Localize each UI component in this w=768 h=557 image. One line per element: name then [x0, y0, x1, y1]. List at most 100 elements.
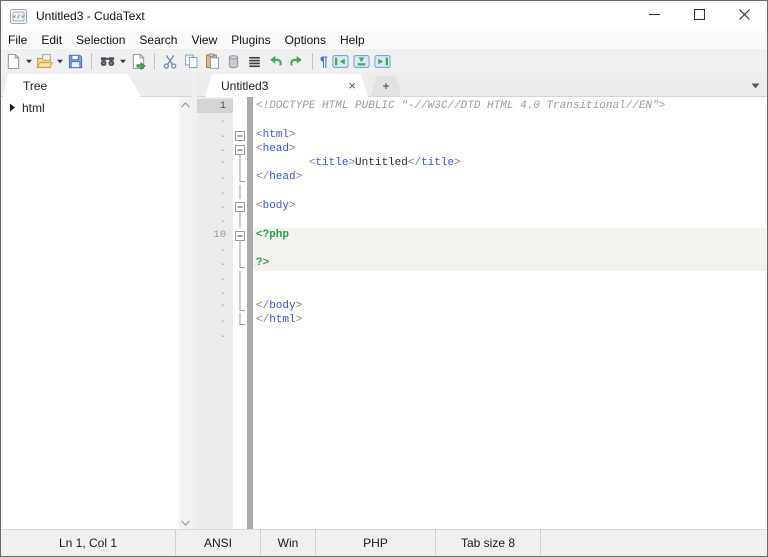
redo-icon	[288, 53, 305, 70]
code-line-14[interactable]	[253, 285, 767, 299]
code-line-6[interactable]: </head>	[253, 170, 767, 184]
tab-list-dropdown-button[interactable]	[751, 76, 767, 94]
dropdown-arrow-button[interactable]	[24, 50, 34, 72]
line-number: -	[219, 157, 226, 170]
menu-item-search[interactable]: Search	[132, 31, 184, 49]
fold-gutter[interactable]	[233, 97, 247, 529]
paste-button[interactable]	[202, 50, 223, 72]
code-line-1[interactable]: <!DOCTYPE HTML PUBLIC "-//W3C//DTD HTML …	[253, 99, 767, 113]
code-line-4[interactable]: <head>	[253, 142, 767, 156]
line-number: .	[219, 314, 226, 327]
fold-guide	[233, 256, 247, 270]
menu-item-selection[interactable]: Selection	[69, 31, 132, 49]
tab-strip: Untitled3 × +	[197, 73, 767, 97]
select-all-icon	[246, 53, 263, 70]
fold-guide	[233, 241, 247, 257]
tab-close-icon[interactable]: ×	[348, 79, 356, 92]
code-line-12[interactable]: ?>	[253, 256, 767, 271]
line-number: .	[219, 271, 226, 284]
find-icon	[99, 53, 116, 70]
toggle-right-panel-button[interactable]	[372, 50, 393, 72]
undo-icon	[267, 53, 284, 70]
cudatext-app-icon	[10, 8, 27, 24]
code-line-5[interactable]: <title>Untitled</title>	[253, 156, 767, 170]
status-lexer[interactable]: PHP	[316, 530, 436, 556]
find-button[interactable]	[97, 50, 118, 72]
status-message[interactable]	[541, 530, 767, 556]
new-tab-button[interactable]: +	[371, 76, 401, 96]
delete-button[interactable]	[223, 50, 244, 72]
code-line-3[interactable]: <html>	[253, 128, 767, 142]
dropdown-arrow-button[interactable]	[55, 50, 65, 72]
toggle-left-panel-button[interactable]	[330, 50, 351, 72]
line-number: .	[219, 128, 226, 141]
fold-collapse-icon[interactable]	[233, 228, 247, 242]
tree-expander-icon[interactable]	[9, 101, 16, 115]
toolbar-separator	[154, 52, 155, 70]
tree-scrollbar[interactable]	[179, 97, 192, 529]
fold-empty	[233, 113, 247, 127]
editor[interactable]: 1... -.... 10.... -.. <!DOCTYPE HTML PUBLIC…	[197, 97, 767, 529]
show-whitespace-button[interactable]: ¶	[318, 50, 330, 72]
tree-panel-body: html	[1, 97, 192, 529]
status-line-endings[interactable]: Win	[261, 530, 316, 556]
scroll-up-button[interactable]	[179, 97, 192, 111]
minimize-button[interactable]	[632, 1, 677, 31]
toggle-bottom-panel-button[interactable]	[351, 50, 372, 72]
fold-empty	[233, 328, 247, 342]
tree-item-label: html	[22, 100, 45, 115]
scroll-down-button[interactable]	[179, 515, 192, 529]
toggle-right-panel-icon	[374, 53, 391, 70]
save-button[interactable]	[65, 50, 86, 72]
status-caret-position[interactable]: Ln 1, Col 1	[1, 530, 176, 556]
close-button[interactable]	[722, 1, 767, 31]
copy-button[interactable]	[181, 50, 202, 72]
code-line-2[interactable]	[253, 113, 767, 127]
tree-tab[interactable]: Tree	[3, 74, 141, 97]
goto-button[interactable]	[128, 50, 149, 72]
goto-icon	[130, 53, 147, 70]
code-line-16[interactable]: </html>	[253, 313, 767, 327]
open-file-button[interactable]	[34, 50, 55, 72]
status-encoding[interactable]: ANSI	[176, 530, 261, 556]
line-number: 10	[213, 228, 226, 241]
dropdown-arrow-button[interactable]	[118, 50, 128, 72]
title-bar[interactable]: Untitled3 - CudaText	[1, 1, 767, 31]
cut-button[interactable]	[160, 50, 181, 72]
line-number: -	[219, 300, 226, 313]
select-all-button[interactable]	[244, 50, 265, 72]
fold-collapse-icon[interactable]	[233, 128, 247, 142]
undo-button[interactable]	[265, 50, 286, 72]
delete-icon	[225, 53, 242, 70]
menu-item-edit[interactable]: Edit	[34, 31, 69, 49]
menu-item-options[interactable]: Options	[278, 31, 333, 49]
main-area: Tree html Untitled3 × + 1 . . . - . . . …	[1, 73, 767, 529]
code-line-15[interactable]: </body>	[253, 299, 767, 313]
tab-untitled3[interactable]: Untitled3 ×	[205, 74, 368, 97]
code-line-7[interactable]	[253, 185, 767, 199]
menu-item-file[interactable]: File	[1, 31, 34, 49]
menu-item-help[interactable]: Help	[333, 31, 372, 49]
code-line-13[interactable]	[253, 271, 767, 285]
code-line-9[interactable]	[253, 213, 767, 227]
code-line-11[interactable]	[253, 241, 767, 257]
toggle-left-panel-icon	[332, 53, 349, 70]
code-line-17[interactable]	[253, 328, 767, 342]
tree-item-html[interactable]: html	[1, 100, 179, 115]
line-number: .	[219, 142, 226, 155]
code-area[interactable]: <!DOCTYPE HTML PUBLIC "-//W3C//DTD HTML …	[253, 97, 767, 529]
menu-item-view[interactable]: View	[184, 31, 224, 49]
menu-item-plugins[interactable]: Plugins	[224, 31, 277, 49]
line-number: .	[219, 171, 226, 184]
code-line-8[interactable]: <body>	[253, 199, 767, 213]
fold-collapse-icon[interactable]	[233, 199, 247, 214]
code-line-10[interactable]: <?php	[253, 227, 767, 242]
cut-icon	[162, 53, 179, 70]
fold-collapse-icon[interactable]	[233, 142, 247, 157]
line-number: .	[219, 200, 226, 213]
new-file-button[interactable]	[3, 50, 24, 72]
redo-button[interactable]	[286, 50, 307, 72]
dropdown-arrow-icon	[119, 53, 127, 69]
status-tab-size[interactable]: Tab size 8	[436, 530, 541, 556]
maximize-button[interactable]	[677, 1, 722, 31]
